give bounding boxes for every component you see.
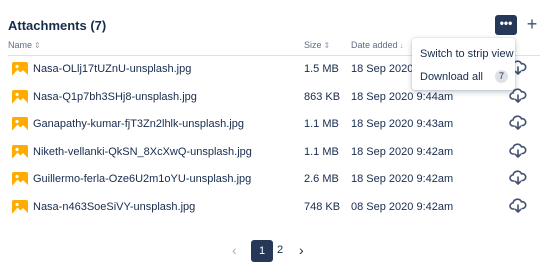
file-name[interactable]: Nasa-Q1p7bh3SHj8-unsplash.jpg bbox=[33, 91, 197, 103]
file-name[interactable]: Niketh-vellanki-QkSN_8XcXwQ-unsplash.jpg bbox=[33, 146, 252, 158]
table-row[interactable]: Guillermo-ferla-Oze6U2m1oYU-unsplash.jpg… bbox=[0, 166, 558, 194]
table-row[interactable]: Niketh-vellanki-QkSN_8XcXwQ-unsplash.jpg… bbox=[0, 139, 558, 167]
file-size: 1.1 MB bbox=[304, 118, 339, 130]
page-button-2[interactable]: 2 bbox=[277, 244, 283, 256]
chevron-left-icon[interactable]: ‹ bbox=[232, 242, 237, 258]
column-header-size[interactable]: Size ⇕ bbox=[304, 40, 330, 54]
file-size: 1.5 MB bbox=[304, 63, 339, 75]
file-date: 08 Sep 2020 9:42am bbox=[351, 200, 454, 213]
menu-item-strip-view[interactable]: Switch to strip view bbox=[420, 48, 514, 60]
sort-icon: ⇕ bbox=[34, 41, 41, 50]
column-header-date[interactable]: Date added ↓ bbox=[351, 40, 404, 54]
pagination: ‹ 1 2 › bbox=[0, 240, 558, 262]
table-row[interactable]: Ganapathy-kumar-fjT3Zn2lhlk-unsplash.jpg… bbox=[0, 111, 558, 139]
file-size: 1.1 MB bbox=[304, 145, 339, 158]
cloud-download-icon[interactable] bbox=[509, 170, 527, 186]
page-button-1[interactable]: 1 bbox=[251, 240, 273, 262]
image-icon bbox=[12, 62, 28, 76]
download-count-badge: 7 bbox=[495, 70, 509, 83]
chevron-right-icon[interactable]: › bbox=[299, 242, 304, 258]
more-actions-menu: Switch to strip view Download all 7 bbox=[412, 38, 515, 90]
image-icon bbox=[12, 172, 28, 186]
image-icon bbox=[12, 199, 28, 214]
more-actions-button[interactable]: ••• bbox=[495, 15, 517, 35]
column-header-date-label: Date added bbox=[351, 40, 398, 50]
attachments-title: Attachments (7) bbox=[8, 18, 107, 33]
cloud-download-icon[interactable] bbox=[509, 197, 527, 214]
image-icon bbox=[12, 144, 28, 159]
file-name[interactable]: Ganapathy-kumar-fjT3Zn2lhlk-unsplash.jpg bbox=[33, 118, 244, 130]
file-date: 18 Sep 2020 9:42am bbox=[351, 173, 454, 185]
file-date: 18 Sep 2020 9:43am bbox=[351, 118, 454, 130]
sort-desc-icon: ↓ bbox=[399, 41, 404, 50]
sort-icon: ⇕ bbox=[323, 41, 331, 50]
menu-item-download-all[interactable]: Download all bbox=[420, 71, 483, 83]
file-name[interactable]: Nasa-OLlj17tUZnU-unsplash.jpg bbox=[33, 63, 191, 75]
table-row[interactable]: Nasa-n463SoeSiVY-unsplash.jpg 748 KB 08 … bbox=[0, 194, 558, 222]
cloud-download-icon[interactable] bbox=[509, 115, 527, 131]
file-size: 863 KB bbox=[304, 90, 341, 103]
image-icon bbox=[12, 89, 28, 104]
file-date: 18 Sep 2020 9:42am bbox=[351, 145, 454, 158]
file-date: 18 Sep 2020 9:44am bbox=[351, 90, 454, 103]
file-size: 2.6 MB bbox=[304, 173, 339, 185]
file-size: 748 KB bbox=[304, 200, 341, 213]
image-icon bbox=[12, 117, 28, 131]
cloud-download-icon[interactable] bbox=[509, 142, 527, 159]
column-header-name[interactable]: Name ⇕ bbox=[8, 40, 41, 54]
file-name[interactable]: Nasa-n463SoeSiVY-unsplash.jpg bbox=[33, 201, 195, 213]
column-header-size-label: Size bbox=[304, 40, 322, 50]
add-attachment-button[interactable]: + bbox=[524, 13, 540, 35]
column-header-name-label: Name bbox=[8, 40, 33, 50]
file-name[interactable]: Guillermo-ferla-Oze6U2m1oYU-unsplash.jpg bbox=[33, 173, 251, 185]
